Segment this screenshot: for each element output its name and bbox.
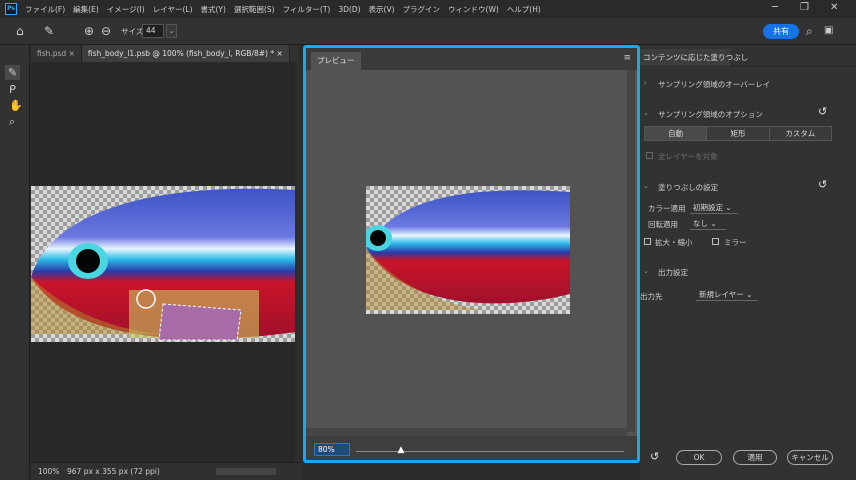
ok-button[interactable]: OK — [676, 450, 722, 465]
chevron-right-icon[interactable]: › — [644, 79, 647, 87]
menu-file[interactable]: ファイル(F) — [25, 4, 65, 15]
preview-footer: 80% ▲ — [306, 436, 637, 460]
menu-window[interactable]: ウィンドウ(W) — [448, 4, 499, 15]
rotation-value: なし — [693, 219, 708, 228]
document-canvas[interactable] — [31, 62, 295, 462]
size-dropdown-button[interactable]: ⌄ — [166, 24, 177, 38]
minimize-button[interactable]: ─ — [772, 2, 778, 13]
chevron-down-icon: ⌄ — [710, 219, 717, 228]
lasso-tool-icon[interactable]: ᑭ — [9, 83, 16, 96]
segment-custom[interactable]: カスタム — [769, 127, 831, 140]
panel-menu-icon[interactable]: ≡ — [623, 53, 631, 63]
photoshop-logo-icon: Ps — [5, 3, 17, 15]
chevron-down-icon: ⌄ — [746, 290, 753, 299]
content-aware-fill-panel: コンテンツに応じた塗りつぶし › サンプリング領域のオーバーレイ ⌄ サンプリン… — [640, 45, 856, 480]
apply-button[interactable]: 適用 — [733, 450, 777, 465]
mirror-checkbox[interactable] — [712, 238, 719, 245]
tab-label: fish.psd — [37, 49, 67, 58]
hand-tool-icon[interactable]: ✋ — [9, 99, 23, 112]
menu-edit[interactable]: 編集(E) — [73, 4, 99, 15]
chevron-down-icon[interactable]: ⌄ — [643, 267, 649, 275]
panel-header-divider — [640, 66, 856, 67]
preview-panel: プレビュー ≡ 80% ▲ — [303, 45, 640, 463]
menu-view[interactable]: 表示(V) — [369, 4, 395, 15]
menu-plugins[interactable]: プラグイン — [403, 4, 441, 15]
preview-header: プレビュー ≡ — [306, 48, 637, 70]
workspace-icon[interactable]: ▣ — [824, 25, 833, 36]
preview-horizontal-scrollbar[interactable] — [306, 428, 627, 436]
status-bar: 100% 967 px x 355 px (72 ppi) — [31, 462, 302, 480]
zoom-slider-thumb-icon[interactable]: ▲ — [398, 445, 405, 455]
menu-help[interactable]: ヘルプ(H) — [507, 4, 541, 15]
remove-brush-tool-icon[interactable]: ✎ — [5, 65, 21, 80]
chevron-down-icon[interactable]: ⌄ — [643, 182, 649, 190]
preview-image — [366, 186, 570, 314]
tab-label: fish_body_l1.psb @ 100% (fish_body_l, RG… — [87, 49, 275, 58]
share-button[interactable]: 共有 — [763, 24, 799, 39]
size-label: サイズ — [121, 27, 144, 36]
rotation-dropdown[interactable]: なし ⌄ — [690, 218, 726, 230]
preview-tab[interactable]: プレビュー — [311, 52, 361, 70]
menu-3d[interactable]: 3D(D) — [338, 5, 360, 14]
all-layers-label: 全レイヤーを対象 — [658, 152, 718, 161]
sampling-options-label[interactable]: サンプリング領域のオプション — [658, 109, 763, 120]
chevron-down-icon[interactable]: ⌄ — [643, 109, 649, 117]
output-to-dropdown[interactable]: 新規レイヤー ⌄ — [696, 289, 758, 301]
panel-tab[interactable]: コンテンツに応じた塗りつぶし — [640, 49, 748, 66]
segment-rectangle[interactable]: 矩形 — [707, 127, 770, 140]
output-settings-label[interactable]: 出力設定 — [658, 267, 688, 278]
reset-all-icon[interactable]: ↺ — [650, 450, 659, 463]
output-to-value: 新規レイヤー — [699, 290, 744, 299]
preview-zoom-input[interactable]: 80% — [314, 443, 350, 456]
subtract-mode-icon[interactable]: ⊖ — [101, 24, 111, 38]
zoom-tool-icon[interactable]: ⌕ — [9, 115, 15, 129]
options-bar: ⌂ ✎ ⊕ ⊖ サイズ 44 ⌄ 共有 ⌕ ▣ — [0, 18, 856, 45]
document-tabs: fish.psd × fish_body_l1.psb @ 100% (fish… — [31, 45, 298, 62]
cancel-button[interactable]: キャンセル — [787, 450, 833, 465]
color-adapt-dropdown[interactable]: 初期設定 ⌄ — [690, 202, 738, 214]
canvas-vertical-scrollbar[interactable] — [295, 62, 302, 462]
preview-vertical-scrollbar[interactable] — [627, 70, 635, 432]
tab-close-icon[interactable]: × — [69, 49, 75, 58]
reset-icon[interactable]: ↺ — [818, 105, 827, 118]
scale-label: 拡大・縮小 — [655, 238, 693, 247]
brush-tool-icon[interactable]: ✎ — [44, 24, 54, 38]
restore-button[interactable]: ❐ — [800, 2, 809, 13]
size-input[interactable]: 44 — [142, 24, 164, 38]
tab-fish-body[interactable]: fish_body_l1.psb @ 100% (fish_body_l, RG… — [81, 45, 290, 62]
color-adapt-value: 初期設定 — [693, 203, 723, 212]
menu-bar: Ps ファイル(F) 編集(E) イメージ(I) レイヤー(L) 書式(Y) 選… — [0, 0, 856, 18]
scale-checkbox[interactable] — [644, 238, 651, 245]
output-to-label: 出力先 — [640, 292, 663, 301]
sampling-overlay-label[interactable]: サンプリング領域のオーバーレイ — [658, 79, 770, 90]
rotation-label: 回転適用 — [648, 220, 678, 229]
tab-fish-psd[interactable]: fish.psd × — [31, 45, 82, 62]
status-zoom[interactable]: 100% — [38, 467, 59, 476]
fish-canvas-image — [31, 186, 295, 342]
fill-settings-label[interactable]: 塗りつぶしの設定 — [658, 182, 718, 193]
status-scrollbar[interactable] — [216, 468, 276, 475]
status-doc-info: 967 px x 355 px (72 ppi) — [67, 467, 160, 476]
preview-zoom-slider[interactable] — [356, 451, 624, 452]
home-icon[interactable]: ⌂ — [16, 24, 24, 38]
tab-close-icon[interactable]: × — [277, 49, 283, 58]
reset-icon[interactable]: ↺ — [818, 178, 827, 191]
chevron-down-icon: ⌄ — [725, 203, 732, 212]
all-layers-checkbox[interactable] — [646, 152, 653, 159]
sampling-mode-segmented: 自動 矩形 カスタム — [644, 126, 832, 141]
segment-auto[interactable]: 自動 — [645, 127, 708, 140]
add-mode-icon[interactable]: ⊕ — [84, 24, 94, 38]
close-button[interactable]: ✕ — [830, 2, 838, 13]
menu-select[interactable]: 選択範囲(S) — [234, 4, 275, 15]
menu-type[interactable]: 書式(Y) — [201, 4, 226, 15]
search-icon[interactable]: ⌕ — [806, 24, 813, 39]
tools-panel: ✎ ᑭ ✋ ⌕ — [0, 45, 30, 480]
mirror-label: ミラー — [724, 238, 747, 247]
color-adapt-label: カラー適用 — [648, 204, 686, 213]
menu-image[interactable]: イメージ(I) — [107, 4, 145, 15]
menu-layer[interactable]: レイヤー(L) — [153, 4, 193, 15]
menu-filter[interactable]: フィルター(T) — [283, 4, 331, 15]
